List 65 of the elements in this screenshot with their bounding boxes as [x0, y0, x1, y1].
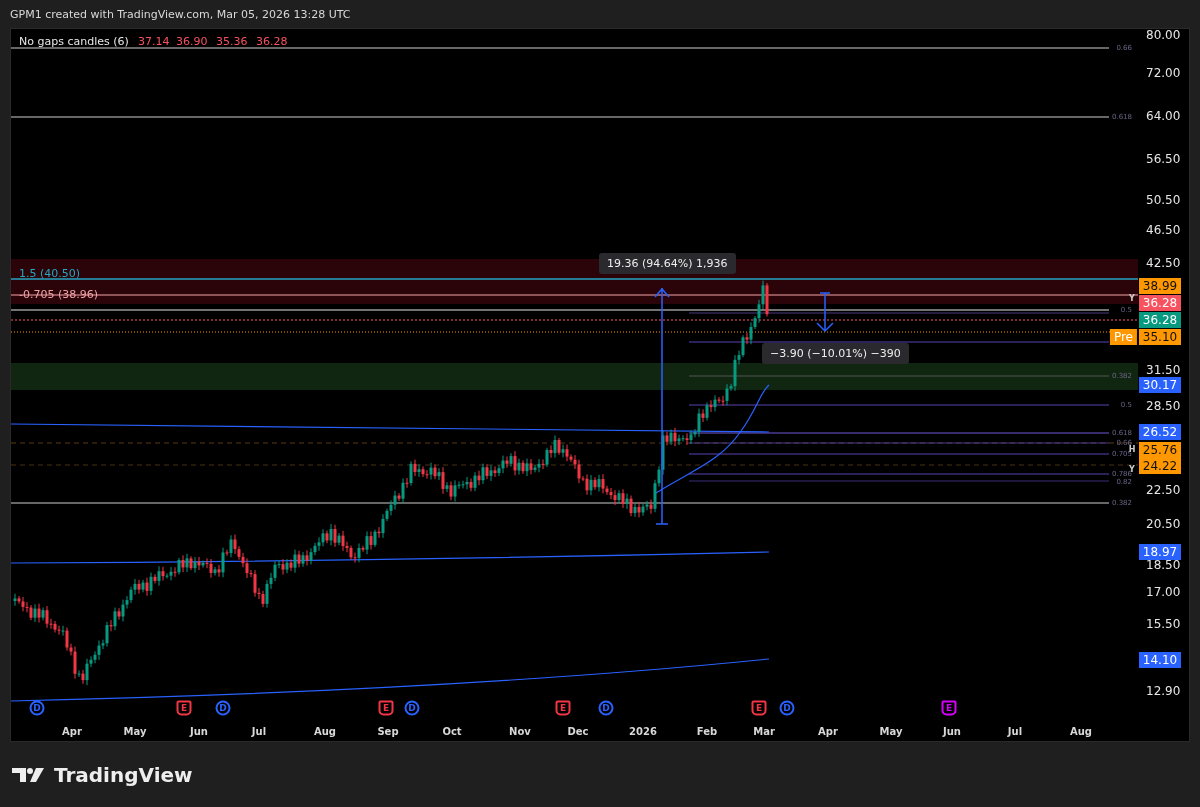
- price-tick: 20.50: [1146, 517, 1181, 531]
- session-tag: Pre: [1109, 329, 1137, 345]
- price-tick: 12.90: [1146, 684, 1181, 698]
- measure-label: −3.90 (−10.01%) −390: [762, 343, 909, 364]
- time-label: Jul: [251, 725, 267, 737]
- axis-marker: Y: [1129, 293, 1135, 303]
- earnings-marker[interactable]: E: [378, 700, 394, 716]
- legend-value: 36.28: [256, 35, 288, 48]
- price-badge: 26.52: [1139, 424, 1181, 440]
- price-tick: 72.00: [1146, 66, 1181, 80]
- price-tick: 28.50: [1146, 399, 1181, 413]
- dividend-marker[interactable]: D: [779, 700, 795, 716]
- price-badge: 36.28: [1139, 295, 1181, 311]
- time-label: Feb: [696, 725, 718, 737]
- time-label: Jun: [943, 725, 961, 737]
- earnings-marker[interactable]: E: [751, 700, 767, 716]
- time-label: Jul: [1007, 725, 1023, 737]
- price-tick: 64.00: [1146, 109, 1181, 123]
- price-badge: 14.10: [1139, 652, 1181, 668]
- earnings-marker[interactable]: E: [941, 700, 957, 716]
- time-label: Nov: [509, 725, 531, 737]
- price-tick: 80.00: [1146, 28, 1181, 42]
- chart-caption: GPM1 created with TradingView.com, Mar 05, 2026 13:28 UTC: [9, 7, 352, 23]
- dividend-marker[interactable]: D: [29, 700, 45, 716]
- time-label: Oct: [442, 725, 462, 737]
- price-badge: 38.99: [1139, 278, 1181, 294]
- price-tick: 56.50: [1146, 152, 1181, 166]
- time-label: Jun: [190, 725, 208, 737]
- price-tick: 50.50: [1146, 193, 1181, 207]
- time-label: Apr: [818, 725, 838, 737]
- dividend-marker[interactable]: D: [598, 700, 614, 716]
- price-tick: 46.50: [1146, 223, 1181, 237]
- dividend-marker[interactable]: D: [215, 700, 231, 716]
- dividend-marker[interactable]: D: [404, 700, 420, 716]
- price-tick: 22.50: [1146, 483, 1181, 497]
- price-badge: 25.76: [1139, 442, 1181, 458]
- price-badge: 18.97: [1139, 544, 1181, 560]
- time-label: 2026: [629, 725, 657, 737]
- price-badge: 35.10: [1139, 329, 1181, 345]
- price-tick: 15.50: [1146, 617, 1181, 631]
- price-badge: 30.17: [1139, 377, 1181, 393]
- legend-title: No gaps candles (6): [19, 35, 129, 48]
- legend-value: 36.90: [176, 35, 208, 48]
- legend-value: 37.14: [138, 35, 170, 48]
- time-label: Aug: [1070, 725, 1092, 737]
- price-badge: 36.28: [1139, 312, 1181, 328]
- price-tick: 42.50: [1146, 256, 1181, 270]
- measure-label: 19.36 (94.64%) 1,936: [599, 253, 736, 274]
- level-label: -0.705 (38.96): [19, 287, 99, 301]
- time-label: Apr: [62, 725, 82, 737]
- price-badge: 24.22: [1139, 458, 1181, 474]
- brand-name: TradingView: [54, 762, 193, 787]
- time-label: Sep: [377, 725, 399, 737]
- time-label: May: [879, 725, 903, 737]
- price-tick: 18.50: [1146, 558, 1181, 572]
- time-label: May: [123, 725, 147, 737]
- price-tick: 17.00: [1146, 585, 1181, 599]
- earnings-marker[interactable]: E: [176, 700, 192, 716]
- time-label: Dec: [567, 725, 589, 737]
- time-label: Mar: [753, 725, 775, 737]
- time-label: Aug: [314, 725, 336, 737]
- legend-value: 35.36: [216, 35, 248, 48]
- earnings-marker[interactable]: E: [555, 700, 571, 716]
- price-tick: 31.50: [1146, 363, 1181, 377]
- level-label: 1.5 (40.50): [19, 266, 81, 280]
